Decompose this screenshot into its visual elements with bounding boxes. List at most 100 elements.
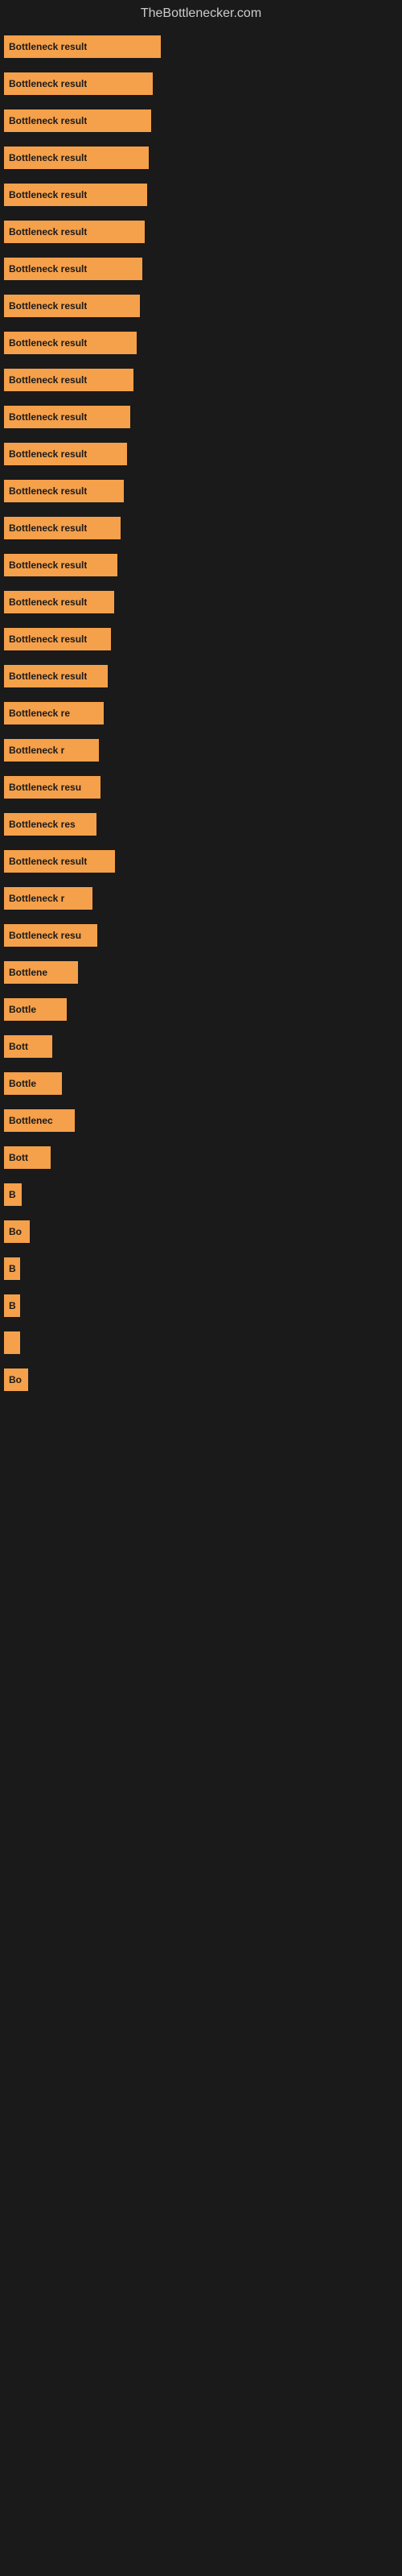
bottleneck-bar-34[interactable]: B [4,1257,20,1280]
bar-label-23: Bottleneck result [9,856,87,867]
bottleneck-bar-35[interactable]: B [4,1294,20,1317]
bar-label-18: Bottleneck result [9,671,87,682]
bottleneck-bar-2[interactable]: Bottleneck result [4,72,153,95]
bottleneck-bar-29[interactable]: Bottle [4,1072,62,1095]
bar-row: Bottleneck r [0,887,402,910]
bottleneck-bar-5[interactable]: Bottleneck result [4,184,147,206]
bottleneck-bar-12[interactable]: Bottleneck result [4,443,127,465]
bar-label-26: Bottlene [9,967,47,978]
bar-label-11: Bottleneck result [9,411,87,423]
bar-row: Bottleneck r [0,739,402,762]
bottleneck-bar-19[interactable]: Bottleneck re [4,702,104,724]
bar-label-13: Bottleneck result [9,485,87,497]
bar-row: Bottleneck result [0,369,402,391]
bottleneck-bar-7[interactable]: Bottleneck result [4,258,142,280]
bar-row: Bottleneck result [0,554,402,576]
bar-row: Bottleneck result [0,258,402,280]
bar-label-15: Bottleneck result [9,559,87,571]
bar-row: Bottleneck result [0,184,402,206]
bar-label-10: Bottleneck result [9,374,87,386]
bar-row: B [0,1257,402,1280]
bar-row: Bottleneck result [0,72,402,95]
bottleneck-bar-31[interactable]: Bott [4,1146,51,1169]
bar-row: Bottle [0,998,402,1021]
bar-label-35: B [9,1300,16,1311]
bar-label-2: Bottleneck result [9,78,87,89]
bar-row: Bottlenec [0,1109,402,1132]
bar-row: Bottleneck result [0,35,402,58]
bar-row: Bottleneck result [0,332,402,354]
bar-label-27: Bottle [9,1004,36,1015]
bar-row: Bo [0,1220,402,1243]
bar-label-29: Bottle [9,1078,36,1089]
bar-label-20: Bottleneck r [9,745,64,756]
bottleneck-bar-8[interactable]: Bottleneck result [4,295,140,317]
site-title: TheBottlenecker.com [0,0,402,27]
bar-row: Bott [0,1146,402,1169]
bottleneck-bar-24[interactable]: Bottleneck r [4,887,92,910]
bar-label-21: Bottleneck resu [9,782,81,793]
bottleneck-bar-6[interactable]: Bottleneck result [4,221,145,243]
bar-label-6: Bottleneck result [9,226,87,237]
bar-label-16: Bottleneck result [9,597,87,608]
bottleneck-bar-1[interactable]: Bottleneck result [4,35,161,58]
bottleneck-bar-4[interactable]: Bottleneck result [4,147,149,169]
bottleneck-bar-3[interactable]: Bottleneck result [4,109,151,132]
bar-row: Bottleneck result [0,406,402,428]
bar-row: Bottleneck result [0,628,402,650]
bar-label-17: Bottleneck result [9,634,87,645]
bar-row: Bottleneck resu [0,924,402,947]
bar-label-31: Bott [9,1152,28,1163]
bottleneck-bar-27[interactable]: Bottle [4,998,67,1021]
bottleneck-bar-20[interactable]: Bottleneck r [4,739,99,762]
bar-label-34: B [9,1263,16,1274]
bottleneck-bar-18[interactable]: Bottleneck result [4,665,108,687]
bar-label-14: Bottleneck result [9,522,87,534]
bottleneck-bar-25[interactable]: Bottleneck resu [4,924,97,947]
bar-label-25: Bottleneck resu [9,930,81,941]
bottleneck-bar-21[interactable]: Bottleneck resu [4,776,100,799]
bottleneck-bar-11[interactable]: Bottleneck result [4,406,130,428]
bottleneck-bar-16[interactable]: Bottleneck result [4,591,114,613]
bottleneck-bar-13[interactable]: Bottleneck result [4,480,124,502]
bar-row: Bottleneck re [0,702,402,724]
bar-label-4: Bottleneck result [9,152,87,163]
bar-row: Bottleneck result [0,591,402,613]
bar-row: Bottle [0,1072,402,1095]
bottleneck-bar-10[interactable]: Bottleneck result [4,369,133,391]
bar-label-7: Bottleneck result [9,263,87,275]
bottleneck-bar-32[interactable]: B [4,1183,22,1206]
bottleneck-bar-15[interactable]: Bottleneck result [4,554,117,576]
bottleneck-bar-17[interactable]: Bottleneck result [4,628,111,650]
bar-row: Bottleneck result [0,147,402,169]
bottleneck-bar-23[interactable]: Bottleneck result [4,850,115,873]
bar-row: Bottleneck result [0,850,402,873]
bottleneck-bar-14[interactable]: Bottleneck result [4,517,121,539]
bar-label-30: Bottlenec [9,1115,53,1126]
bar-row: B [0,1183,402,1206]
bar-row: Bottleneck result [0,295,402,317]
bottleneck-bar-26[interactable]: Bottlene [4,961,78,984]
bar-row: Bottlene [0,961,402,984]
bottleneck-bar-28[interactable]: Bott [4,1035,52,1058]
bar-row: Bottleneck result [0,443,402,465]
bar-label-1: Bottleneck result [9,41,87,52]
bars-container: Bottleneck result Bottleneck result Bottle… [0,27,402,1414]
bar-label-28: Bott [9,1041,28,1052]
bar-row: Bo [0,1368,402,1391]
bar-label-37: Bo [9,1374,22,1385]
bar-label-19: Bottleneck re [9,708,70,719]
bottleneck-bar-22[interactable]: Bottleneck res [4,813,96,836]
bottleneck-bar-33[interactable]: Bo [4,1220,30,1243]
bar-row [0,1331,402,1354]
bar-label-5: Bottleneck result [9,189,87,200]
bar-label-8: Bottleneck result [9,300,87,312]
bottleneck-bar-37[interactable]: Bo [4,1368,28,1391]
bar-label-24: Bottleneck r [9,893,64,904]
bottleneck-bar-36[interactable] [4,1331,20,1354]
bottleneck-bar-30[interactable]: Bottlenec [4,1109,75,1132]
bottleneck-bar-9[interactable]: Bottleneck result [4,332,137,354]
bar-label-3: Bottleneck result [9,115,87,126]
bar-row: Bottleneck result [0,665,402,687]
bar-row: Bottleneck res [0,813,402,836]
